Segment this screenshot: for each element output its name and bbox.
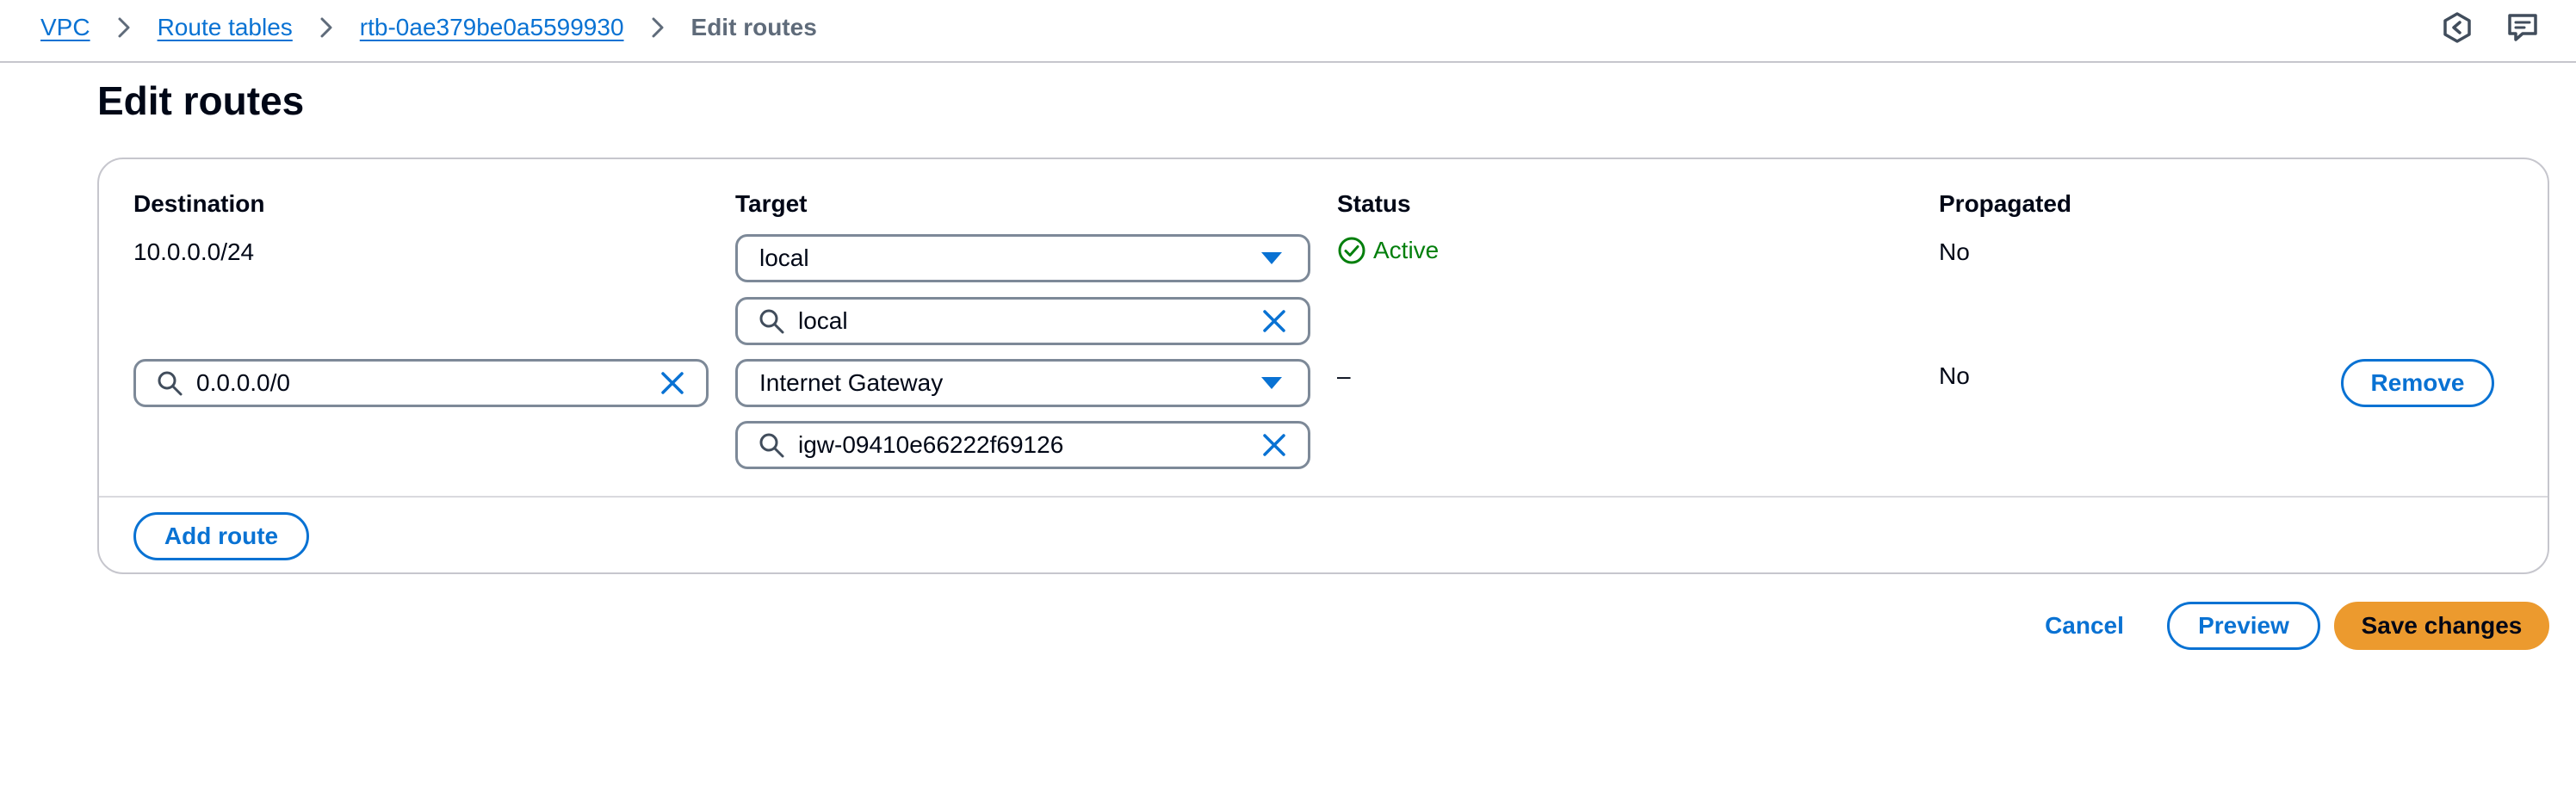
feedback-icon[interactable] (2505, 10, 2540, 45)
page-title: Edit routes (97, 78, 305, 123)
hexagon-settings-icon[interactable] (2440, 10, 2474, 45)
caret-down-icon (1261, 252, 1282, 264)
target-type-value: Internet Gateway (759, 369, 944, 396)
status-text: – (1337, 362, 1351, 389)
close-icon[interactable] (658, 368, 687, 398)
propagated-text: No (1939, 238, 1970, 265)
search-icon (158, 371, 183, 396)
target-search-input[interactable]: local (735, 297, 1310, 345)
check-circle-icon (1338, 237, 1365, 264)
chevron-right-icon (118, 17, 130, 38)
top-navigation-bar: VPC Route tables rtb-0ae379be0a5599930 E… (0, 0, 2576, 63)
target-search-value: igw-09410e66222f69126 (798, 431, 1064, 458)
breadcrumb-current: Edit routes (690, 14, 817, 40)
divider (99, 496, 2548, 498)
target-type-select[interactable]: local (735, 234, 1310, 282)
breadcrumb-link-route-tables[interactable]: Route tables (158, 14, 293, 41)
propagated-text: No (1939, 362, 1970, 389)
save-changes-button[interactable]: Save changes (2334, 602, 2549, 650)
destination-value: 0.0.0.0/0 (196, 369, 290, 396)
breadcrumb: VPC Route tables rtb-0ae379be0a5599930 E… (40, 9, 817, 46)
column-header-status: Status (1337, 190, 1411, 217)
target-search-input[interactable]: igw-09410e66222f69126 (735, 421, 1310, 469)
chevron-right-icon (652, 17, 664, 38)
caret-down-icon (1261, 377, 1282, 389)
routes-container: Destination Target Status Propagated 10.… (97, 158, 2549, 574)
status-indicator: Active (1337, 236, 1439, 265)
preview-button[interactable]: Preview (2167, 602, 2320, 650)
route-destination-text: 10.0.0.0/24 (133, 238, 255, 265)
close-icon[interactable] (1260, 306, 1289, 336)
breadcrumb-link-route-table-id[interactable]: rtb-0ae379be0a5599930 (360, 14, 624, 41)
add-route-button[interactable]: Add route (133, 512, 309, 560)
status-text: Active (1373, 237, 1440, 263)
target-type-select[interactable]: Internet Gateway (735, 359, 1310, 407)
close-icon[interactable] (1260, 430, 1289, 460)
chevron-right-icon (320, 17, 332, 38)
remove-route-button[interactable]: Remove (2341, 359, 2494, 407)
column-header-destination: Destination (133, 190, 265, 217)
search-icon (759, 309, 784, 334)
column-header-target: Target (735, 190, 808, 217)
target-search-value: local (798, 307, 848, 334)
cancel-button[interactable]: Cancel (2027, 602, 2142, 650)
target-type-value: local (759, 244, 809, 271)
column-header-propagated: Propagated (1939, 190, 2072, 217)
destination-search-input[interactable]: 0.0.0.0/0 (133, 359, 709, 407)
breadcrumb-link-vpc[interactable]: VPC (40, 14, 90, 41)
search-icon (759, 433, 784, 458)
